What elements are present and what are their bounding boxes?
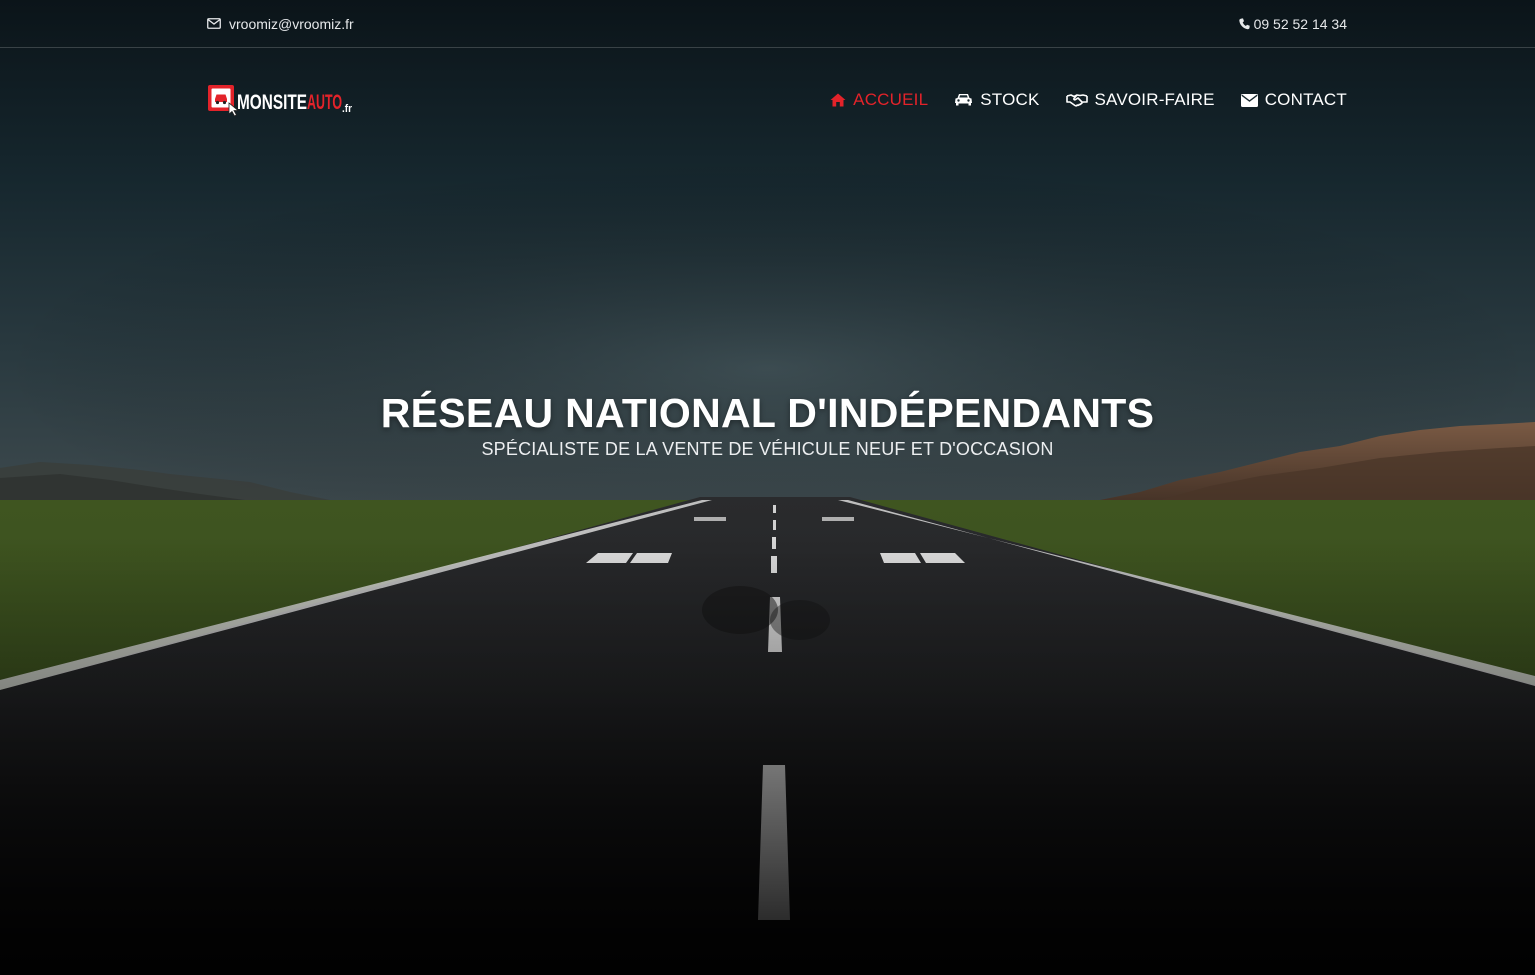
nav-item-label: SAVOIR-FAIRE	[1094, 90, 1215, 109]
home-icon	[830, 93, 846, 107]
nav-item-stock[interactable]: STOCK	[954, 90, 1039, 110]
nav-item-accueil[interactable]: ACCUEIL	[830, 90, 928, 110]
nav-item-label: ACCUEIL	[853, 90, 929, 109]
nav-item-label: STOCK	[980, 90, 1040, 109]
envelope-icon	[1240, 93, 1258, 107]
top-email[interactable]: vroomiz@vroomiz.fr	[207, 16, 354, 32]
handshake-icon	[1065, 93, 1088, 107]
nav-item-savoir-faire[interactable]: SAVOIR-FAIRE	[1065, 90, 1215, 110]
top-bar-inner: vroomiz@vroomiz.fr 09 52 52 14 34	[207, 0, 1347, 47]
top-phone-text: 09 52 52 14 34	[1253, 15, 1347, 32]
hero-title: RÉSEAU NATIONAL D'INDÉPENDANTS	[380, 390, 1155, 436]
phone-icon	[1238, 17, 1250, 30]
main-nav: ACCUEIL STOCK SAVOIR-FAIRE CONTACT	[830, 90, 1347, 110]
hero-section: RÉSEAU NATIONAL D'INDÉPENDANTS SPÉCIALIS…	[0, 388, 1535, 460]
top-phone[interactable]: 09 52 52 14 34	[1238, 15, 1347, 32]
nav-item-contact[interactable]: CONTACT	[1240, 90, 1347, 110]
envelope-outline-icon	[207, 18, 221, 29]
car-icon	[954, 93, 973, 108]
logo-text-main: MONSITE	[237, 91, 307, 114]
site-logo[interactable]: MONSITE AUTO .fr	[207, 83, 353, 117]
logo-text-suffix: .fr	[342, 103, 353, 115]
top-email-text: vroomiz@vroomiz.fr	[229, 15, 354, 32]
top-bar: vroomiz@vroomiz.fr 09 52 52 14 34	[0, 0, 1535, 48]
monsiteauto-logo: MONSITE AUTO .fr	[208, 85, 353, 117]
site-header: MONSITE AUTO .fr ACCUEIL STOCK SAVOIR-FA…	[207, 48, 1347, 152]
logo-text-accent: AUTO	[307, 91, 342, 114]
hero-subtitle: SPÉCIALISTE DE LA VENTE DE VÉHICULE NEUF…	[481, 439, 1054, 459]
nav-item-label: CONTACT	[1264, 90, 1347, 109]
